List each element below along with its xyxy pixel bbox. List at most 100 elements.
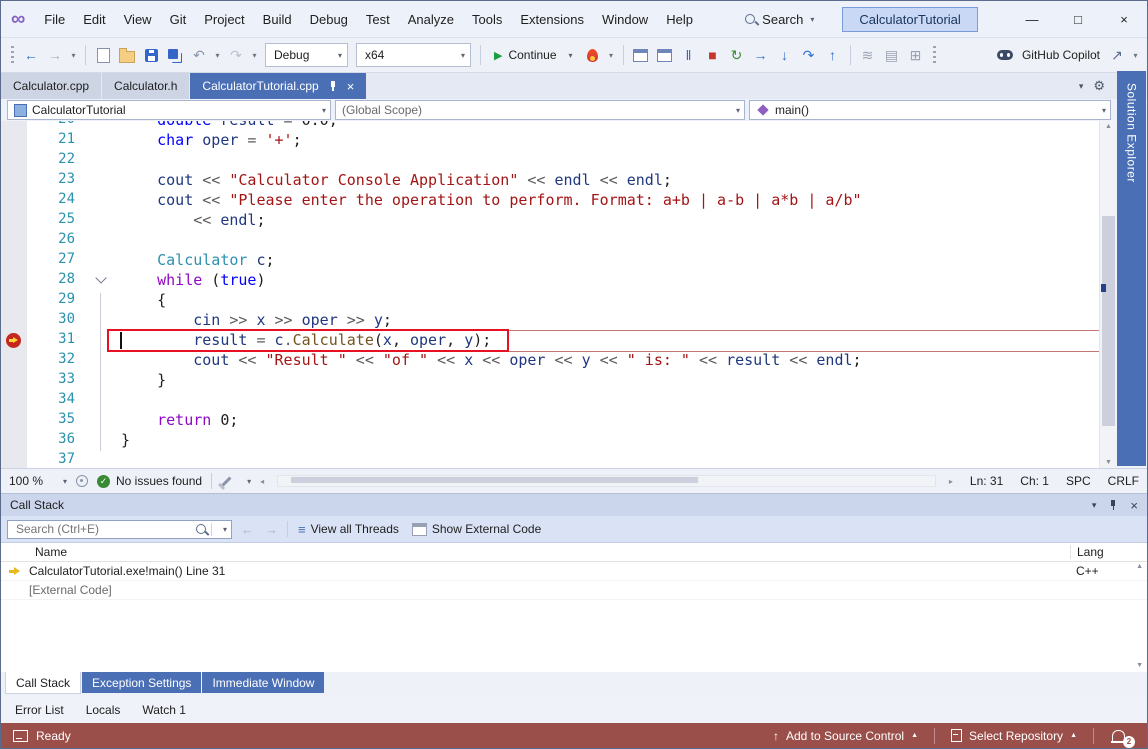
code-line-28[interactable]: while (true) [121,271,1099,291]
code-line-37[interactable] [121,451,1099,468]
zoom-dropdown[interactable]: 100 % ▾ [9,474,67,488]
share-icon[interactable]: ↗ [1106,43,1128,67]
call-stack-column-headers[interactable]: Name Lang [1,543,1147,562]
line-ending-indicator[interactable]: CRLF [1108,474,1139,488]
call-stack-search-input[interactable] [14,521,191,537]
document-list-caret[interactable]: ▾ [1079,81,1084,92]
grid-scroll-down-icon[interactable]: ▼ [1136,662,1143,669]
show-next-statement-icon[interactable]: → [750,43,772,67]
maximize-button[interactable]: □ [1055,1,1101,37]
menu-git[interactable]: Git [161,1,196,37]
tab-calculator-cpp[interactable]: Calculator.cpp [1,73,101,99]
visual-studio-logo-icon[interactable]: ∞ [11,8,25,31]
toolbar-grip-2[interactable] [933,46,936,64]
tab-options-gear-icon[interactable]: ⚙ [1093,78,1105,94]
code-cleanup-caret[interactable]: ▾ [241,477,251,486]
navigate-forward-icon[interactable]: → [44,43,66,67]
break-all-icon[interactable]: ‖ [678,43,700,67]
notifications-button[interactable]: 2 [1112,728,1135,744]
panel-tab-immediate-window[interactable]: Immediate Window [202,672,324,693]
callstack-row-2[interactable]: [External Code] [1,581,1147,600]
callstack-row-1[interactable]: CalculatorTutorial.exe!main() Line 31C++ [1,562,1147,581]
show-external-code-button[interactable]: Show External Code [409,522,544,536]
menu-build[interactable]: Build [254,1,301,37]
code-line-22[interactable] [121,151,1099,171]
code-cleanup-icon[interactable] [222,476,232,486]
show-output-icon[interactable] [654,43,676,67]
member-dropdown[interactable]: main() ▾ [749,100,1111,120]
menu-file[interactable]: File [35,1,74,37]
menu-tools[interactable]: Tools [463,1,511,37]
call-stack-header[interactable]: Call Stack ▾ × [1,494,1147,516]
github-copilot-button[interactable]: GitHub Copilot [1018,48,1104,62]
undo-icon-caret[interactable]: ▾ [212,43,223,67]
step-into-icon[interactable]: ↓ [774,43,796,67]
language-column-header[interactable]: Lang [1070,545,1130,559]
panel-tab-call-stack[interactable]: Call Stack [5,672,81,694]
code-editor[interactable]: 202122232425262728293031323334353637 dou… [1,121,1099,468]
code-line-26[interactable] [121,231,1099,251]
hscroll-right-arrow-icon[interactable]: ▸ [949,477,953,486]
step-out-icon[interactable]: ↑ [822,43,844,67]
solution-platform-dropdown[interactable]: x64▾ [356,43,471,67]
scroll-down-arrow-icon[interactable]: ▼ [1100,459,1117,466]
editor-horizontal-scrollbar[interactable] [277,475,936,487]
breakpoint-margin[interactable] [1,121,27,468]
frame-forward-icon[interactable]: → [263,522,280,537]
bottom-tab-locals[interactable]: Locals [76,703,131,717]
hot-reload-icon[interactable] [582,43,604,67]
select-repository-button[interactable]: Select Repository ▲ [947,729,1081,743]
spaces-indicator[interactable]: SPC [1066,474,1091,488]
grid-scroll-up-icon[interactable]: ▲ [1136,563,1143,570]
solution-name-badge[interactable]: CalculatorTutorial [842,7,977,32]
editor-status-icon[interactable] [76,475,88,487]
code-line-32[interactable]: cout << "Result " << "of " << x << oper … [121,351,1099,371]
code-line-36[interactable]: } [121,431,1099,451]
horizontal-scrollbar-thumb[interactable] [291,477,698,483]
menu-debug[interactable]: Debug [301,1,357,37]
frame-back-icon[interactable]: ← [239,522,256,537]
toolbar-grip[interactable] [11,46,14,64]
code-line-30[interactable]: cin >> x >> oper >> y; [121,311,1099,331]
search-box[interactable]: Search ▾ [733,9,826,30]
redo-icon[interactable]: ↷ [225,43,247,67]
close-panel-icon[interactable]: × [1130,498,1138,513]
undo-icon[interactable]: ↶ [188,43,210,67]
parallel-stacks-icon[interactable]: ▤ [881,43,903,67]
scroll-up-arrow-icon[interactable]: ▲ [1100,123,1117,130]
code-line-21[interactable]: char oper = '+'; [121,131,1099,151]
code-line-20[interactable]: double result = 0.0; [121,121,1099,131]
hot-reload-icon-caret[interactable]: ▾ [606,43,617,67]
menu-extensions[interactable]: Extensions [511,1,593,37]
search-icon[interactable] [196,524,206,534]
step-over-icon[interactable]: ↷ [798,43,820,67]
menu-test[interactable]: Test [357,1,399,37]
save-all-icon[interactable] [164,43,186,67]
pin-icon[interactable] [1108,500,1118,511]
toolbar-overflow-caret[interactable]: ▾ [1130,43,1141,67]
tab-calculatortutorial-cpp[interactable]: CalculatorTutorial.cpp× [190,73,366,99]
tab-close-icon[interactable]: × [347,80,355,93]
minimize-button[interactable]: — [1009,1,1055,37]
tab-calculator-h[interactable]: Calculator.h [102,73,189,99]
project-dropdown[interactable]: CalculatorTutorial ▾ [7,100,331,120]
menu-help[interactable]: Help [657,1,702,37]
new-file-icon[interactable] [92,43,114,67]
code-line-35[interactable]: return 0; [121,411,1099,431]
menu-analyze[interactable]: Analyze [399,1,463,37]
continue-button[interactable]: ▶Continue▾ [487,43,580,67]
tab-pin-icon[interactable] [328,81,338,92]
column-indicator[interactable]: Ch: 1 [1020,474,1049,488]
fold-margin[interactable] [91,121,115,468]
hscroll-left-arrow-icon[interactable]: ◂ [260,477,264,486]
code-line-29[interactable]: { [121,291,1099,311]
menu-view[interactable]: View [115,1,161,37]
menu-project[interactable]: Project [195,1,253,37]
call-stack-search-box[interactable]: ▾ [7,520,232,539]
code-line-34[interactable] [121,391,1099,411]
navigate-back-icon[interactable]: ← [20,43,42,67]
show-diagnostics-icon[interactable] [630,43,652,67]
restart-icon[interactable]: ↻ [726,43,748,67]
add-to-source-control-button[interactable]: ↑ Add to Source Control ▲ [769,729,922,743]
scope-dropdown[interactable]: (Global Scope) ▾ [335,100,745,120]
